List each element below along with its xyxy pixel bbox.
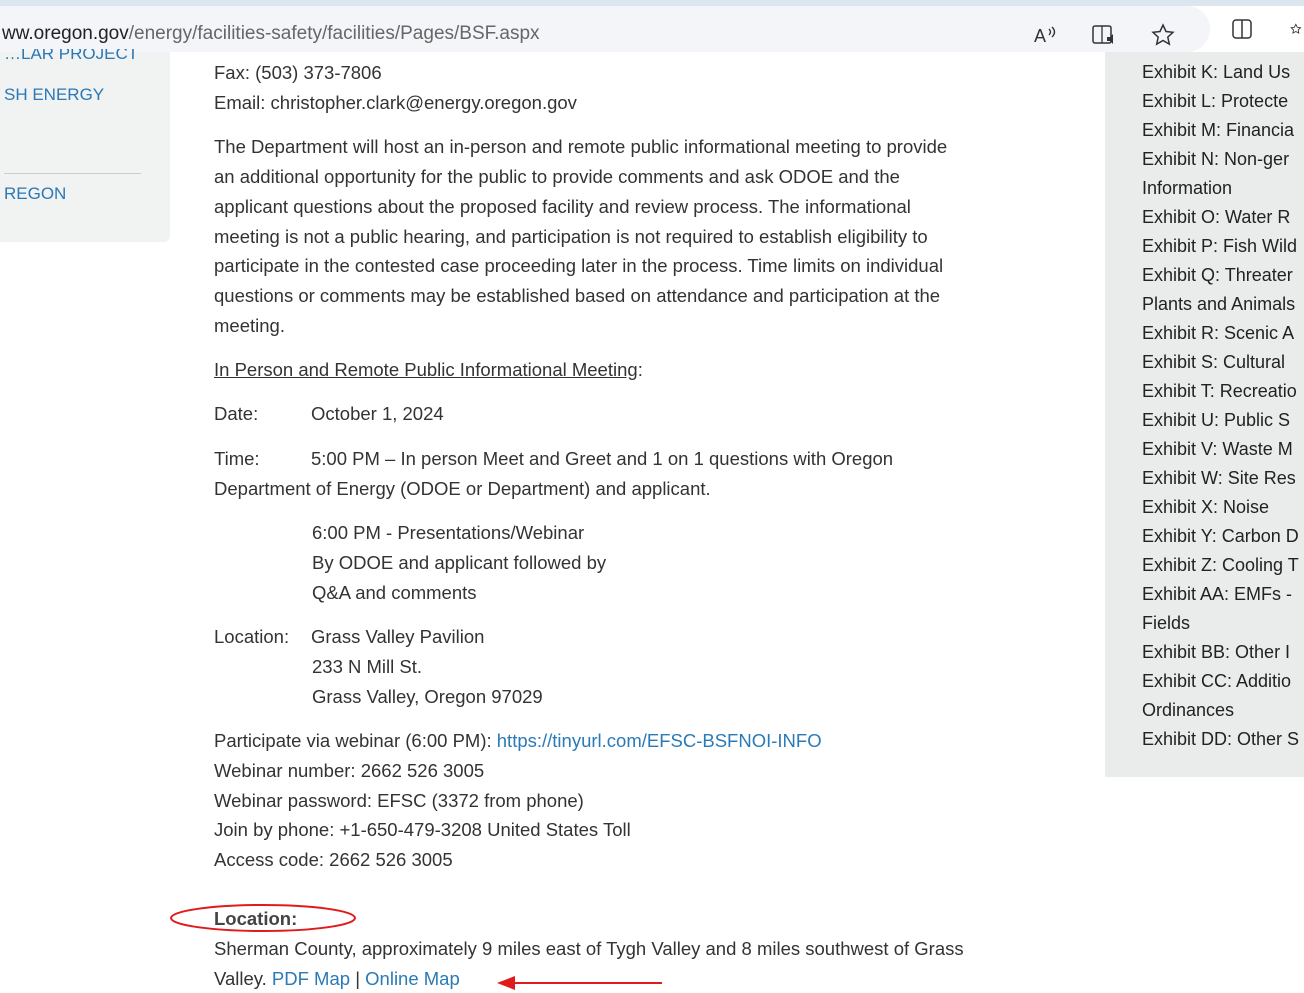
exhibit-link[interactable]: Exhibit DD: Other S: [1142, 729, 1299, 750]
exhibit-link[interactable]: Exhibit O: Water R: [1142, 207, 1290, 228]
exhibit-link[interactable]: Exhibit BB: Other I: [1142, 642, 1290, 663]
exhibit-link-cont[interactable]: Plants and Animals: [1142, 294, 1295, 315]
exhibit-link[interactable]: Exhibit N: Non-ger: [1142, 149, 1289, 170]
exhibit-link[interactable]: Exhibit M: Financia: [1142, 120, 1294, 141]
exhibit-link-cont[interactable]: Ordinances: [1142, 700, 1234, 721]
exhibit-link[interactable]: Exhibit Q: Threater: [1142, 265, 1293, 286]
exhibit-link[interactable]: Exhibit P: Fish Wild: [1142, 236, 1297, 257]
exhibit-link[interactable]: Exhibit R: Scenic A: [1142, 323, 1294, 344]
exhibit-link[interactable]: Exhibit Y: Carbon D: [1142, 526, 1299, 547]
exhibits-panel: Exhibit K: Land Us Exhibit L: Protecte E…: [1105, 52, 1304, 777]
exhibit-link[interactable]: Exhibit T: Recreatio: [1142, 381, 1297, 402]
exhibit-link[interactable]: Exhibit CC: Additio: [1142, 671, 1291, 692]
exhibit-link[interactable]: Exhibit W: Site Res: [1142, 468, 1296, 489]
annotation-ellipse: [170, 904, 356, 932]
exhibit-link-cont[interactable]: Information: [1142, 178, 1232, 199]
annotation-arrow-head: [497, 976, 515, 990]
exhibit-link[interactable]: Exhibit S: Cultural: [1142, 352, 1285, 373]
exhibit-link[interactable]: Exhibit U: Public S: [1142, 410, 1290, 431]
exhibit-link[interactable]: Exhibit L: Protecte: [1142, 91, 1288, 112]
exhibit-link[interactable]: Exhibit K: Land Us: [1142, 62, 1290, 83]
exhibit-link[interactable]: Exhibit X: Noise: [1142, 497, 1269, 518]
exhibit-link[interactable]: Exhibit V: Waste M: [1142, 439, 1293, 460]
exhibit-link-cont[interactable]: Fields: [1142, 613, 1190, 634]
exhibit-link[interactable]: Exhibit AA: EMFs -: [1142, 584, 1292, 605]
exhibit-link[interactable]: Exhibit Z: Cooling T: [1142, 555, 1299, 576]
